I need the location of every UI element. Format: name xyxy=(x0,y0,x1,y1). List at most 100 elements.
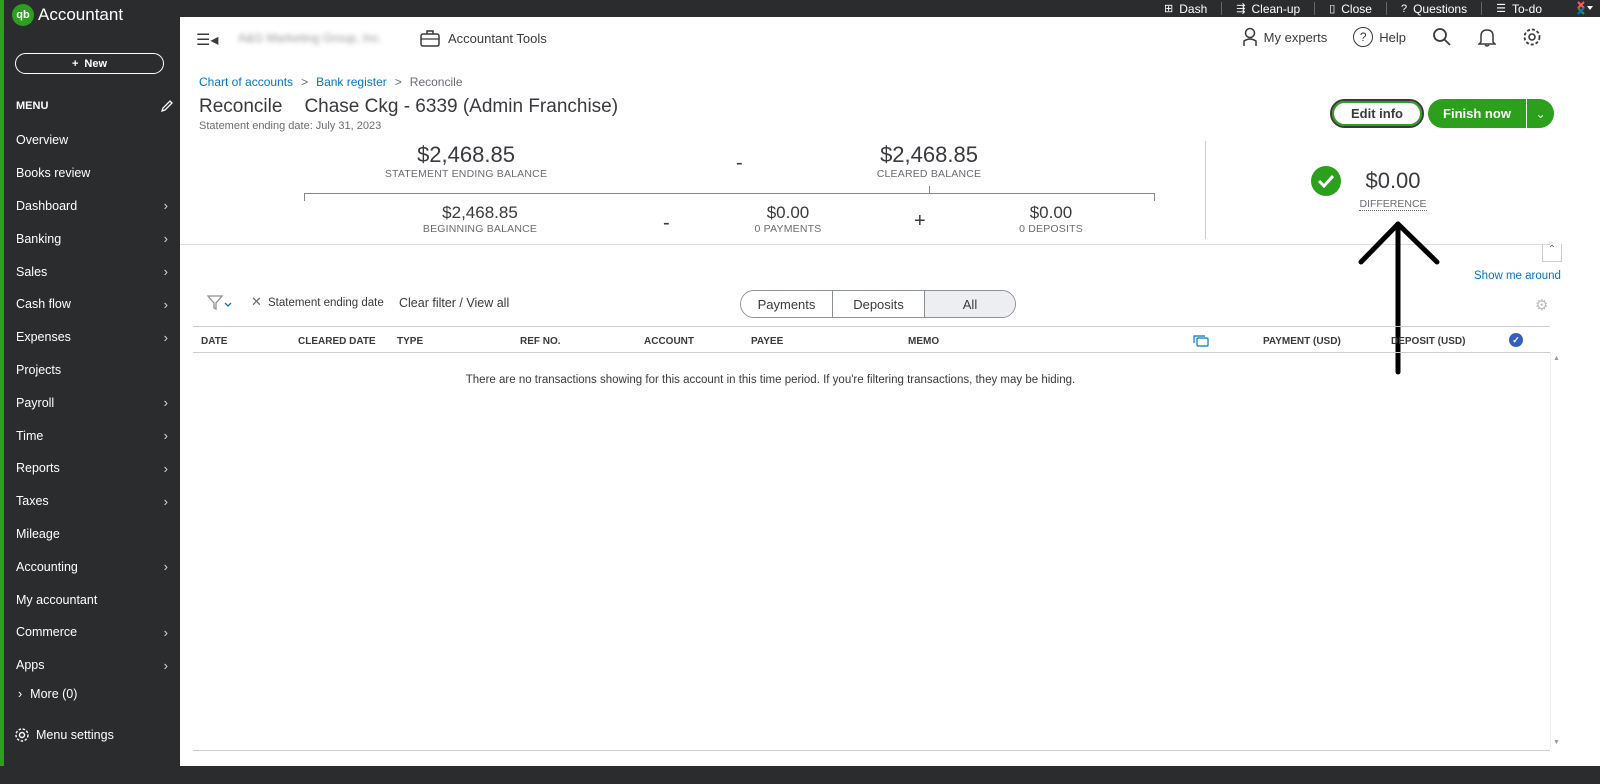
sidebar-item-taxes[interactable]: Taxes › xyxy=(0,485,180,518)
collapse-menu-icon[interactable]: ☰◂ xyxy=(196,30,218,50)
chevron-right-icon: › xyxy=(163,329,168,345)
sidebar-item-dashboard[interactable]: Dashboard › xyxy=(0,190,180,223)
deposits-total: $0.00 0 DEPOSITS xyxy=(1001,203,1101,235)
search-icon[interactable] xyxy=(1432,27,1452,47)
sidebar-item-payroll[interactable]: Payroll › xyxy=(0,386,180,419)
app-logo[interactable]: qb Accountant xyxy=(12,4,123,26)
sidebar-item-books-review[interactable]: Books review xyxy=(0,157,180,190)
cleared-amount: $2,468.85 xyxy=(880,142,978,167)
page-title: Reconcile Chase Ckg - 6339 (Admin Franch… xyxy=(199,96,618,118)
table-settings-gear-icon[interactable]: ⚙ xyxy=(1535,296,1548,314)
toolbar-dash[interactable]: ⊞ Dash xyxy=(1150,2,1223,16)
sidebar-item-label: Expenses xyxy=(16,330,71,345)
table-scrollbar[interactable]: ▲ ▼ xyxy=(1550,353,1562,748)
col-payment[interactable]: PAYMENT (USD) xyxy=(1263,336,1341,347)
menu-header: MENU xyxy=(16,99,174,113)
deposits-amount: $0.00 xyxy=(1029,203,1073,222)
sidebar-item-overview[interactable]: Overview xyxy=(0,124,180,157)
sidebar-item-sales[interactable]: Sales › xyxy=(0,255,180,288)
menu-settings[interactable]: Menu settings xyxy=(14,727,114,743)
sidebar-item-apps[interactable]: Apps › xyxy=(0,649,180,682)
gear-icon[interactable] xyxy=(1522,27,1542,47)
my-experts-button[interactable]: My experts xyxy=(1242,27,1327,47)
col-account[interactable]: ACCOUNT xyxy=(644,336,694,347)
remove-filter-icon[interactable]: ✕ xyxy=(251,294,262,310)
finish-dropdown-button[interactable]: ⌄ xyxy=(1526,99,1554,128)
sidebar-item-label: Banking xyxy=(16,231,62,246)
finish-now-button[interactable]: Finish now xyxy=(1428,99,1526,128)
col-cleared-date[interactable]: CLEARED DATE xyxy=(298,336,376,347)
sidebar-item-label: Apps xyxy=(16,658,45,673)
segment-deposits[interactable]: Deposits xyxy=(833,291,925,317)
show-me-around-link[interactable]: Show me around xyxy=(1474,270,1561,282)
accountant-tools-button[interactable]: Accountant Tools xyxy=(420,29,547,47)
company-name[interactable]: A&G Marketing Group, Inc. xyxy=(238,31,382,45)
toolbar-to-do[interactable]: ☰ To-do xyxy=(1482,2,1556,16)
balance-divider xyxy=(1205,141,1206,239)
more-item[interactable]: › More (0) xyxy=(18,687,77,701)
payments-amount: $0.00 xyxy=(766,203,810,222)
breadcrumb-chart-of-accounts[interactable]: Chart of accounts xyxy=(199,75,293,89)
clear-filter-link[interactable]: Clear filter / View all xyxy=(399,296,509,310)
col-deposit[interactable]: DEPOSIT (USD) xyxy=(1391,336,1465,347)
summary-divider xyxy=(180,244,1550,245)
sidebar-item-expenses[interactable]: Expenses › xyxy=(0,321,180,354)
scroll-down-icon[interactable]: ▼ xyxy=(1553,739,1560,746)
sidebar-item-label: Overview xyxy=(16,133,69,148)
toolbar-questions[interactable]: ? Questions xyxy=(1387,2,1483,16)
menu-header-label: MENU xyxy=(16,100,49,112)
sidebar-item-my-accountant[interactable]: My accountant xyxy=(0,583,180,616)
chevron-right-icon: › xyxy=(163,493,168,509)
sidebar-item-commerce[interactable]: Commerce › xyxy=(0,616,180,649)
col-date[interactable]: DATE xyxy=(201,336,227,347)
close-icon: ▯ xyxy=(1329,3,1336,15)
table-header: DATE CLEARED DATE TYPE REF NO. ACCOUNT P… xyxy=(193,326,1550,353)
bell-icon[interactable] xyxy=(1478,27,1496,47)
segment-all[interactable]: All xyxy=(925,291,1015,317)
col-payee[interactable]: PAYEE xyxy=(751,336,783,347)
sidebar-item-projects[interactable]: Projects xyxy=(0,354,180,387)
chevron-right-icon: › xyxy=(163,198,168,214)
help-button[interactable]: ? Help xyxy=(1353,27,1406,47)
sidebar-item-label: Mileage xyxy=(16,526,60,541)
sidebar-item-cash-flow[interactable]: Cash flow › xyxy=(0,288,180,321)
statement-ending-amount: $2,468.85 xyxy=(417,142,515,167)
sidebar-item-reports[interactable]: Reports › xyxy=(0,452,180,485)
select-all-check-icon[interactable]: ✓ xyxy=(1509,333,1523,347)
toolbar-clean-up[interactable]: ⇶ Clean-up xyxy=(1222,1,1316,16)
sidebar-item-accounting[interactable]: Accounting › xyxy=(0,550,180,583)
apps-switcher-icon[interactable] xyxy=(1576,1,1594,15)
sidebar-item-banking[interactable]: Banking › xyxy=(0,222,180,255)
new-button[interactable]: + New xyxy=(15,53,164,74)
gear-icon xyxy=(15,728,29,742)
copy-columns-icon[interactable] xyxy=(1193,335,1209,347)
minus-operator: - xyxy=(663,212,670,234)
chevron-down-icon: ⌄ xyxy=(1535,106,1546,121)
cleanup-icon: ⇶ xyxy=(1236,3,1246,15)
help-label: Help xyxy=(1379,29,1406,45)
menu-settings-label: Menu settings xyxy=(36,728,114,742)
header-actions: My experts ? Help A xyxy=(1242,25,1592,49)
col-type[interactable]: TYPE xyxy=(397,336,423,347)
sidebar-item-time[interactable]: Time › xyxy=(0,419,180,452)
breadcrumb-bank-register[interactable]: Bank register xyxy=(316,75,387,89)
filter-icon[interactable] xyxy=(207,295,233,311)
empty-table-message: There are no transactions showing for th… xyxy=(465,374,1076,386)
col-memo[interactable]: MEMO xyxy=(908,336,939,347)
menu-list: Overview Books review Dashboard › Banking › Sa… xyxy=(0,124,180,682)
sidebar-item-mileage[interactable]: Mileage xyxy=(0,518,180,551)
scroll-up-icon[interactable]: ▲ xyxy=(1553,355,1560,362)
breadcrumb-current: Reconcile xyxy=(409,75,463,89)
col-ref-no[interactable]: REF NO. xyxy=(520,336,561,347)
cleared-label: CLEARED BALANCE xyxy=(876,168,982,180)
question-icon: ? xyxy=(1400,2,1408,15)
statement-ending-label: STATEMENT ENDING BALANCE xyxy=(384,168,548,180)
chevron-right-icon: › xyxy=(18,687,23,701)
edit-info-button[interactable]: Edit info xyxy=(1330,99,1424,128)
pencil-icon[interactable] xyxy=(160,99,174,113)
toolbar-label: Clean-up xyxy=(1251,1,1301,16)
difference-label[interactable]: DIFFERENCE xyxy=(1359,198,1427,211)
collapse-summary-button[interactable]: ⌃ xyxy=(1542,244,1562,262)
toolbar-close[interactable]: ▯ Close xyxy=(1315,2,1387,16)
segment-payments[interactable]: Payments xyxy=(741,291,833,317)
